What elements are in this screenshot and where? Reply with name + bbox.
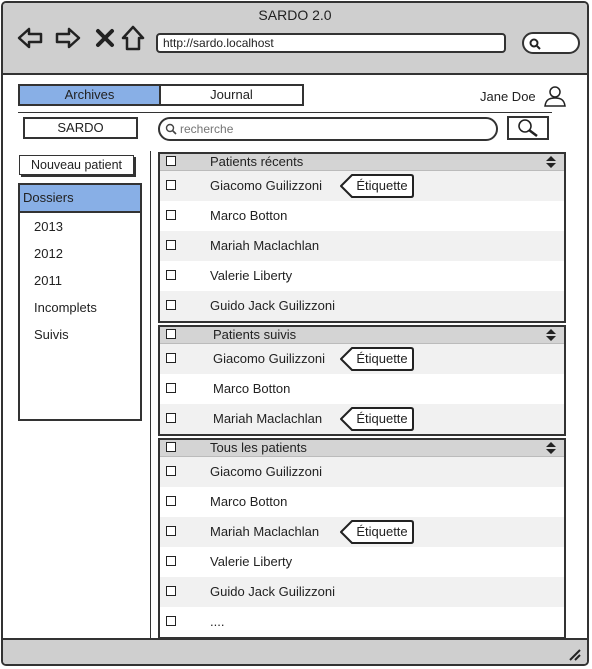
patient-name: Marco Botton — [210, 494, 288, 509]
row-checkbox[interactable] — [166, 466, 176, 476]
browser-window: SARDO 2.0 http://sardo.localhost Archive… — [1, 1, 589, 666]
all-patients-panel: Tous les patients Giacomo Guilizzoni Mar… — [158, 438, 566, 639]
table-row[interactable]: Marco Botton — [160, 487, 564, 517]
patient-name: Giacomo Guilizzoni — [213, 351, 325, 366]
row-checkbox[interactable] — [166, 556, 176, 566]
status-bar — [3, 638, 587, 664]
panel-title: Patients récents — [210, 154, 304, 169]
row-checkbox[interactable] — [166, 180, 176, 190]
window-title: SARDO 2.0 — [258, 7, 332, 23]
table-row[interactable]: Guido Jack Guilizzoni — [160, 291, 564, 321]
sidebar-item-incomplets[interactable]: Incomplets — [20, 294, 140, 321]
tab-journal[interactable]: Journal — [161, 86, 302, 104]
sardo-button[interactable]: SARDO — [23, 117, 138, 139]
row-checkbox[interactable] — [166, 496, 176, 506]
sort-icon[interactable] — [546, 156, 556, 168]
table-row[interactable]: Guido Jack Guilizzoni — [160, 577, 564, 607]
row-checkbox[interactable] — [166, 300, 176, 310]
patient-name: Marco Botton — [213, 381, 291, 396]
panel-title: Tous les patients — [210, 440, 307, 455]
patient-name: Valerie Liberty — [210, 268, 293, 283]
patient-name: Guido Jack Guilizzoni — [210, 298, 335, 313]
sort-icon[interactable] — [546, 442, 556, 454]
patient-name: Marco Botton — [210, 208, 288, 223]
tag-label[interactable]: Étiquette — [340, 520, 414, 544]
table-row[interactable]: Valerie Liberty — [160, 547, 564, 577]
table-row[interactable]: Giacomo Guilizzoni Étiquette — [160, 171, 564, 201]
patient-name: Giacomo Guilizzoni — [210, 178, 322, 193]
sort-icon[interactable] — [546, 329, 556, 341]
patient-name: Guido Jack Guilizzoni — [210, 584, 335, 599]
table-row[interactable]: Marco Botton — [160, 201, 564, 231]
panel-header: Patients récents — [160, 154, 564, 171]
sidebar-item-2013[interactable]: 2013 — [20, 213, 140, 240]
sidebar: Dossiers 2013 2012 2011 Incomplets Suivi… — [18, 183, 142, 421]
tab-archives[interactable]: Archives — [20, 86, 161, 104]
browser-titlebar: SARDO 2.0 http://sardo.localhost — [3, 3, 587, 75]
row-checkbox[interactable] — [166, 616, 176, 626]
browser-search-box[interactable] — [522, 32, 580, 54]
sidebar-list: 2013 2012 2011 Incomplets Suivis — [20, 213, 140, 348]
table-row[interactable]: Valerie Liberty — [160, 261, 564, 291]
search-input[interactable] — [180, 120, 480, 138]
patient-name: Giacomo Guilizzoni — [210, 464, 322, 479]
recent-patients-panel: Patients récents Giacomo Guilizzoni Étiq… — [158, 152, 566, 323]
search-button[interactable] — [507, 116, 549, 140]
forward-arrow-icon[interactable] — [55, 25, 81, 51]
new-patient-button[interactable]: Nouveau patient — [19, 155, 134, 175]
table-row[interactable]: Mariah Maclachlan — [160, 231, 564, 261]
stop-icon[interactable] — [92, 25, 118, 51]
table-row[interactable]: .... — [160, 607, 564, 637]
row-checkbox[interactable] — [166, 526, 176, 536]
table-row[interactable]: Giacomo Guilizzoni Étiquette — [160, 344, 564, 374]
tag-label[interactable]: Étiquette — [340, 347, 414, 371]
home-icon[interactable] — [120, 25, 146, 51]
header-divider — [18, 112, 552, 113]
table-row[interactable]: Mariah Maclachlan Étiquette — [160, 517, 564, 547]
patient-name: .... — [210, 614, 225, 629]
user-icon[interactable] — [543, 85, 567, 112]
main-tabs: Archives Journal — [18, 84, 304, 106]
tag-label[interactable]: Étiquette — [340, 407, 414, 431]
table-row[interactable]: Marco Botton — [160, 374, 564, 404]
sidebar-item-2012[interactable]: 2012 — [20, 240, 140, 267]
search-icon — [165, 123, 177, 135]
sidebar-item-2011[interactable]: 2011 — [20, 267, 140, 294]
back-arrow-icon[interactable] — [17, 25, 43, 51]
row-checkbox[interactable] — [166, 270, 176, 280]
table-row[interactable]: Giacomo Guilizzoni — [160, 457, 564, 487]
select-all-checkbox[interactable] — [166, 156, 176, 166]
row-checkbox[interactable] — [166, 383, 176, 393]
content-divider — [150, 151, 151, 641]
row-checkbox[interactable] — [166, 586, 176, 596]
select-all-checkbox[interactable] — [166, 329, 176, 339]
sidebar-item-suivis[interactable]: Suivis — [20, 321, 140, 348]
panel-header: Patients suivis — [160, 327, 564, 344]
row-checkbox[interactable] — [166, 353, 176, 363]
resize-grip-icon[interactable] — [567, 647, 581, 661]
patient-name: Mariah Maclachlan — [210, 524, 320, 539]
user-name[interactable]: Jane Doe — [480, 89, 536, 104]
url-bar[interactable]: http://sardo.localhost — [156, 33, 506, 53]
panel-title: Patients suivis — [213, 327, 297, 342]
magnifier-icon — [529, 38, 541, 50]
sidebar-item-dossiers[interactable]: Dossiers — [20, 185, 140, 213]
row-checkbox[interactable] — [166, 413, 176, 423]
followed-patients-panel: Patients suivis Giacomo Guilizzoni Étiqu… — [158, 325, 566, 436]
tag-label[interactable]: Étiquette — [340, 174, 414, 198]
patient-name: Mariah Maclachlan — [210, 238, 320, 253]
table-row[interactable]: Mariah Maclachlan Étiquette — [160, 404, 564, 434]
patient-name: Valerie Liberty — [210, 554, 293, 569]
panel-header: Tous les patients — [160, 440, 564, 457]
row-checkbox[interactable] — [166, 210, 176, 220]
patient-name: Mariah Maclachlan — [213, 411, 323, 426]
row-checkbox[interactable] — [166, 240, 176, 250]
search-icon — [518, 119, 538, 137]
select-all-checkbox[interactable] — [166, 442, 176, 452]
search-field[interactable] — [158, 117, 498, 141]
